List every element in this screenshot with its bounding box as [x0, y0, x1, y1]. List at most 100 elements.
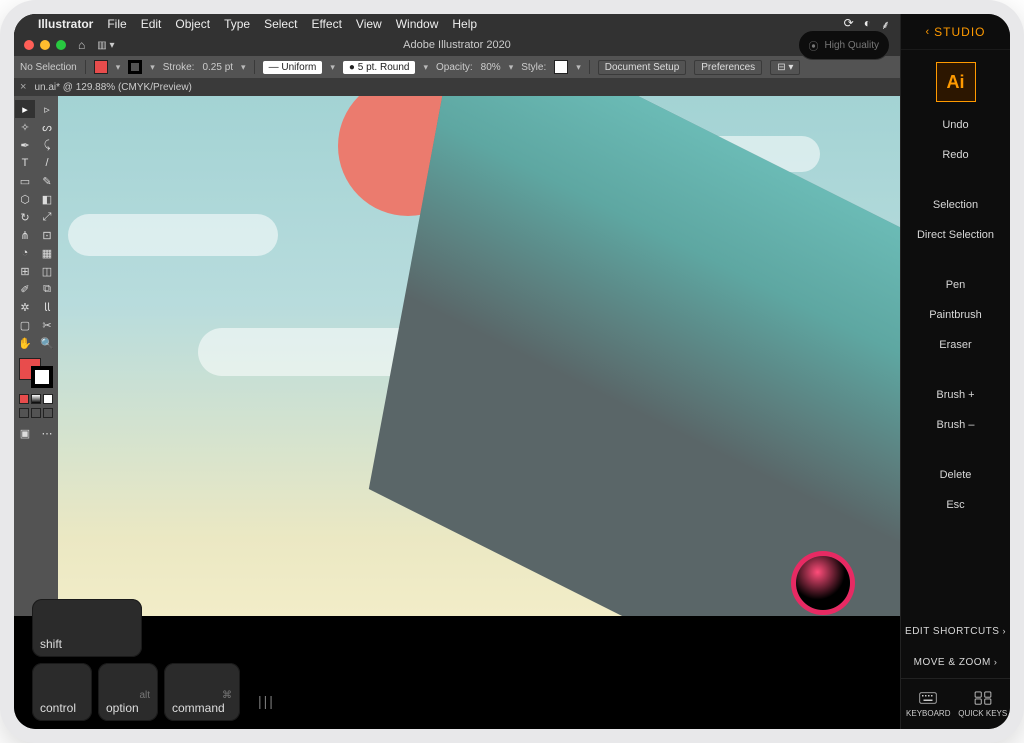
stroke-color-swatch[interactable]	[31, 366, 53, 388]
selection-tool[interactable]: ▸	[15, 100, 35, 118]
direct-selection-tool[interactable]: ▹	[37, 100, 57, 118]
eyedropper-tool[interactable]: ✐	[15, 280, 35, 298]
shift-key[interactable]: shift	[32, 599, 142, 657]
perspective-tool[interactable]: ▦	[37, 244, 57, 262]
panel-drag-handle[interactable]: |||	[246, 663, 275, 721]
screen-mode-button[interactable]: ▣	[15, 424, 35, 442]
draw-normal-button[interactable]	[19, 408, 29, 418]
stroke-label: Stroke:	[163, 62, 195, 73]
fill-swatch[interactable]	[94, 60, 108, 74]
window-zoom-button[interactable]	[56, 40, 66, 50]
style-label: Style:	[521, 62, 546, 73]
cursor-puck[interactable]	[796, 556, 850, 610]
quick-keys-tab[interactable]: QUICK KEYS	[956, 679, 1011, 729]
menu-view[interactable]: View	[356, 17, 382, 31]
preferences-button[interactable]: Preferences	[694, 60, 762, 75]
paintbrush-tool[interactable]: ✎	[37, 172, 57, 190]
menu-select[interactable]: Select	[264, 17, 297, 31]
tab-close-icon[interactable]: ×	[20, 81, 26, 93]
document-setup-button[interactable]: Document Setup	[598, 60, 687, 75]
brush-select[interactable]: ● 5 pt. Round	[343, 61, 416, 74]
gradient-mode-button[interactable]	[31, 394, 41, 404]
eraser-tool[interactable]: ◧	[37, 190, 57, 208]
fill-stroke-control[interactable]	[19, 358, 53, 388]
redo-button[interactable]: Redo	[901, 140, 1010, 170]
studio-header[interactable]: ‹STUDIO	[901, 14, 1010, 50]
stroke-profile-select[interactable]: — Uniform	[263, 61, 323, 74]
shape-builder-tool[interactable]: ◔	[15, 244, 35, 262]
none-mode-button[interactable]	[43, 394, 53, 404]
menu-help[interactable]: Help	[452, 17, 477, 31]
rotate-tool[interactable]: ↻	[15, 208, 35, 226]
align-button[interactable]: ⊟ ▾	[770, 60, 800, 75]
scale-tool[interactable]: ⤢	[37, 208, 57, 226]
move-zoom-button[interactable]: MOVE & ZOOM›	[901, 647, 1010, 678]
connection-status-chip[interactable]: ⦿ High Quality	[798, 30, 890, 60]
direct-selection-shortcut[interactable]: Direct Selection	[901, 220, 1010, 250]
ipad-screen: Illustrator File Edit Object Type Select…	[14, 14, 1010, 729]
menu-type[interactable]: Type	[224, 17, 250, 31]
brush-increase-shortcut[interactable]: Brush +	[901, 380, 1010, 410]
window-close-button[interactable]	[24, 40, 34, 50]
canvas[interactable]	[58, 96, 900, 616]
app-area: Illustrator File Edit Object Type Select…	[14, 14, 900, 729]
edit-shortcuts-button[interactable]: EDIT SHORTCUTS›	[901, 616, 1010, 647]
document-tab[interactable]: un.ai* @ 129.88% (CMYK/Preview)	[34, 82, 191, 93]
control-key[interactable]: control	[32, 663, 92, 721]
command-key[interactable]: ⌘command	[164, 663, 240, 721]
draw-inside-button[interactable]	[43, 408, 53, 418]
hand-tool[interactable]: ✋	[15, 334, 35, 352]
stroke-swatch[interactable]	[128, 60, 142, 74]
graph-tool[interactable]: 𝗅𝗅	[37, 298, 57, 316]
free-transform-tool[interactable]: ⊡	[37, 226, 57, 244]
width-tool[interactable]: ⋔	[15, 226, 35, 244]
undo-button[interactable]: Undo	[901, 110, 1010, 140]
slice-tool[interactable]: ✂	[37, 316, 57, 334]
app-menu[interactable]: Illustrator	[38, 17, 93, 31]
pen-tool[interactable]: ✒	[15, 136, 35, 154]
opacity-input[interactable]: 80%	[481, 62, 501, 73]
pen-shortcut[interactable]: Pen	[901, 270, 1010, 300]
symbol-sprayer-tool[interactable]: ✲	[15, 298, 35, 316]
lasso-tool[interactable]: ᔕ	[37, 118, 57, 136]
zoom-tool[interactable]: 🔍	[37, 334, 57, 352]
option-key[interactable]: altoption	[98, 663, 158, 721]
window-minimize-button[interactable]	[40, 40, 50, 50]
menu-file[interactable]: File	[107, 17, 126, 31]
selection-status: No Selection	[20, 62, 77, 73]
brush-decrease-shortcut[interactable]: Brush –	[901, 410, 1010, 440]
control-bar: No Selection ▾ ▾ Stroke: 0.25 pt▾ — Unif…	[14, 56, 900, 78]
blend-tool[interactable]: ⧉	[37, 280, 57, 298]
gradient-tool[interactable]: ◫	[37, 262, 57, 280]
magic-wand-tool[interactable]: ✧	[15, 118, 35, 136]
eraser-shortcut[interactable]: Eraser	[901, 330, 1010, 360]
draw-behind-button[interactable]	[31, 408, 41, 418]
delete-shortcut[interactable]: Delete	[901, 460, 1010, 490]
mesh-tool[interactable]: ⊞	[15, 262, 35, 280]
arrange-docs-icon[interactable]: ▥ ▾	[97, 40, 114, 51]
connection-status-label: High Quality	[825, 40, 879, 51]
shaper-tool[interactable]: ⬡	[15, 190, 35, 208]
selection-shortcut[interactable]: Selection	[901, 190, 1010, 220]
stroke-weight-input[interactable]: 0.25 pt	[202, 62, 233, 73]
rectangle-tool[interactable]: ▭	[15, 172, 35, 190]
line-tool[interactable]: /	[37, 154, 57, 172]
menu-effect[interactable]: Effect	[311, 17, 341, 31]
menubar-search-icon[interactable]: ⸙	[881, 16, 890, 33]
home-icon[interactable]: ⌂	[78, 38, 85, 52]
menu-object[interactable]: Object	[175, 17, 210, 31]
menu-edit[interactable]: Edit	[141, 17, 162, 31]
style-swatch[interactable]	[554, 60, 568, 74]
opacity-label: Opacity:	[436, 62, 473, 73]
curvature-tool[interactable]: ⤹	[37, 136, 57, 154]
menu-window[interactable]: Window	[396, 17, 439, 31]
paintbrush-shortcut[interactable]: Paintbrush	[901, 300, 1010, 330]
color-mode-button[interactable]	[19, 394, 29, 404]
studio-panel: ‹STUDIO Ai Undo Redo Selection Direct Se…	[900, 14, 1010, 729]
keyboard-tab[interactable]: KEYBOARD	[901, 679, 956, 729]
modifier-keys-panel[interactable]: shift control altoption ⌘command |||	[32, 599, 275, 721]
esc-shortcut[interactable]: Esc	[901, 490, 1010, 520]
type-tool[interactable]: T	[15, 154, 35, 172]
edit-toolbar-button[interactable]: ⋯	[37, 424, 57, 442]
artboard-tool[interactable]: ▢	[15, 316, 35, 334]
